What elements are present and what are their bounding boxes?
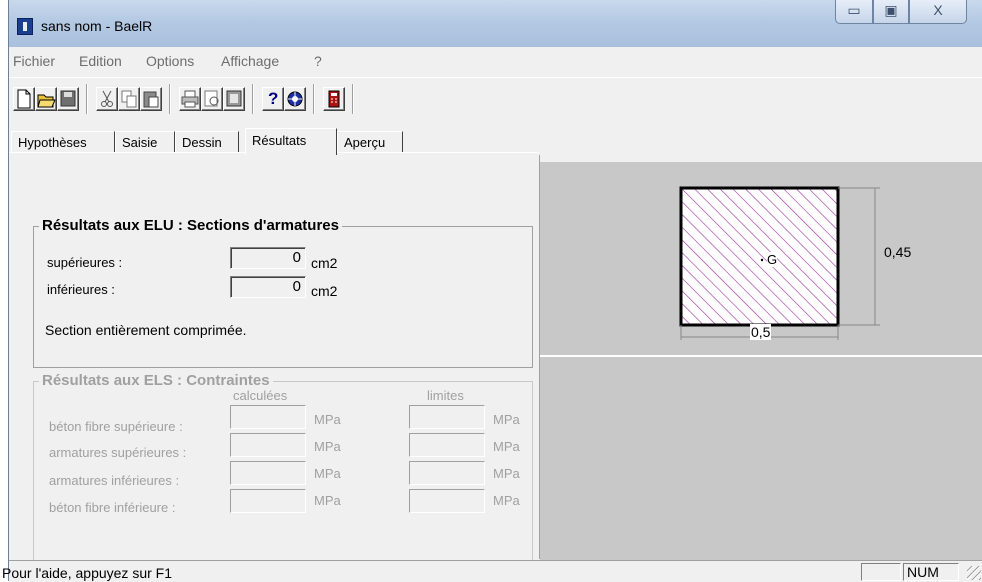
inferieures-unit: cm2 xyxy=(311,283,338,299)
resize-grip[interactable] xyxy=(967,566,981,580)
application-window: sans nom - BaelR ▭ ▣ X Fichier Edition O… xyxy=(2,0,982,582)
menu-fichier[interactable]: Fichier xyxy=(13,53,55,69)
els-calc-field xyxy=(230,461,306,485)
graphic-divider xyxy=(540,355,982,357)
els-unit: MPa xyxy=(493,493,520,508)
status-bar: Pour l'aide, appuyez sur F1 NUM xyxy=(2,560,982,582)
els-row-label: armatures supérieures : xyxy=(49,445,187,460)
els-row-label: béton fibre supérieure : xyxy=(49,419,183,434)
els-row-label: béton fibre inférieure : xyxy=(49,500,176,515)
context-help-button[interactable] xyxy=(284,87,306,111)
save-icon xyxy=(60,90,76,107)
minimize-icon: ▭ xyxy=(847,2,861,18)
tab-apercu[interactable]: Aperçu xyxy=(337,131,403,153)
properties-button[interactable] xyxy=(223,87,245,111)
els-limit-field xyxy=(409,461,485,485)
copy-icon xyxy=(121,90,137,108)
els-unit: MPa xyxy=(314,466,341,481)
status-cell-empty xyxy=(861,563,901,581)
menu-affichage[interactable]: Affichage xyxy=(221,53,279,69)
height-label: 0,45 xyxy=(884,244,912,260)
els-limit-field xyxy=(409,489,485,513)
print-icon xyxy=(181,90,199,108)
els-row-label: armatures inférieures : xyxy=(49,473,180,488)
close-button[interactable]: X xyxy=(909,0,967,24)
els-unit: MPa xyxy=(493,439,520,454)
close-icon: X xyxy=(933,2,943,18)
centroid-point xyxy=(760,258,764,262)
window-title: sans nom - BaelR xyxy=(41,18,153,34)
els-unit: MPa xyxy=(314,493,341,508)
elu-message: Section entièrement comprimée. xyxy=(45,322,247,338)
paste-button[interactable] xyxy=(140,87,162,111)
els-calc-field xyxy=(230,405,306,429)
menu-options[interactable]: Options xyxy=(146,53,194,69)
cut-icon xyxy=(101,90,113,107)
els-col-limites: limites xyxy=(427,388,464,403)
els-unit: MPa xyxy=(314,439,341,454)
maximize-button[interactable]: ▣ xyxy=(873,0,909,24)
calculate-icon xyxy=(328,90,340,108)
els-unit: MPa xyxy=(493,466,520,481)
new-file-button[interactable] xyxy=(13,87,35,111)
paste-icon xyxy=(143,91,159,108)
els-title: Résultats aux ELS : Contraintes xyxy=(39,372,273,389)
cut-button[interactable] xyxy=(96,87,118,111)
elu-title: Résultats aux ELU : Sections d'armatures xyxy=(39,217,342,234)
menu-bar: Fichier Edition Options Affichage ? xyxy=(9,50,982,72)
els-unit: MPa xyxy=(493,412,520,427)
inferieures-label: inférieures : xyxy=(47,282,115,297)
width-label: 0,5 xyxy=(750,324,772,340)
toolbar: ? xyxy=(9,77,982,120)
calculate-button[interactable] xyxy=(323,87,345,111)
context-help-icon xyxy=(287,91,303,107)
title-bar[interactable]: sans nom - BaelR ▭ ▣ X xyxy=(9,0,982,47)
copy-button[interactable] xyxy=(118,87,140,111)
els-col-calculees: calculées xyxy=(233,388,288,403)
maximize-icon: ▣ xyxy=(884,2,898,18)
new-file-icon xyxy=(17,89,31,109)
tab-dessin[interactable]: Dessin xyxy=(175,131,239,153)
properties-icon xyxy=(226,90,242,107)
centroid-label: G xyxy=(767,252,778,267)
section-rectangle xyxy=(679,186,840,327)
els-calc-field xyxy=(230,433,306,457)
tab-hypotheses[interactable]: Hypothèses xyxy=(11,131,115,153)
tab-resultats[interactable]: Résultats xyxy=(245,128,337,155)
els-unit: MPa xyxy=(314,412,341,427)
tab-strip: Hypothèses Saisie Dessin Résultats Aperç… xyxy=(9,128,982,158)
help-icon: ? xyxy=(268,89,279,108)
num-indicator: NUM xyxy=(903,563,959,581)
print-preview-icon xyxy=(204,90,219,107)
results-panel: Résultats aux ELU : Sections d'armatures… xyxy=(9,155,540,561)
open-folder-icon xyxy=(37,94,56,108)
print-preview-button[interactable] xyxy=(201,87,223,111)
save-button[interactable] xyxy=(57,87,79,111)
open-button[interactable] xyxy=(35,87,57,111)
superieures-label: supérieures : xyxy=(47,255,123,270)
menu-edition[interactable]: Edition xyxy=(79,53,122,69)
tab-saisie[interactable]: Saisie xyxy=(115,131,175,153)
els-limit-field xyxy=(409,405,485,429)
status-text: Pour l'aide, appuyez sur F1 xyxy=(2,565,172,581)
app-icon[interactable] xyxy=(17,18,33,35)
superieures-unit: cm2 xyxy=(311,255,338,271)
section-drawing-area: 0,45 0,5 G xyxy=(540,162,982,562)
minimize-button[interactable]: ▭ xyxy=(835,0,873,24)
menu-help[interactable]: ? xyxy=(314,53,322,69)
superieures-value: 0 xyxy=(230,247,306,269)
help-button[interactable]: ? xyxy=(262,87,284,111)
els-calc-field xyxy=(230,489,306,513)
els-limit-field xyxy=(409,433,485,457)
inferieures-value: 0 xyxy=(230,276,306,298)
print-button[interactable] xyxy=(179,87,201,111)
